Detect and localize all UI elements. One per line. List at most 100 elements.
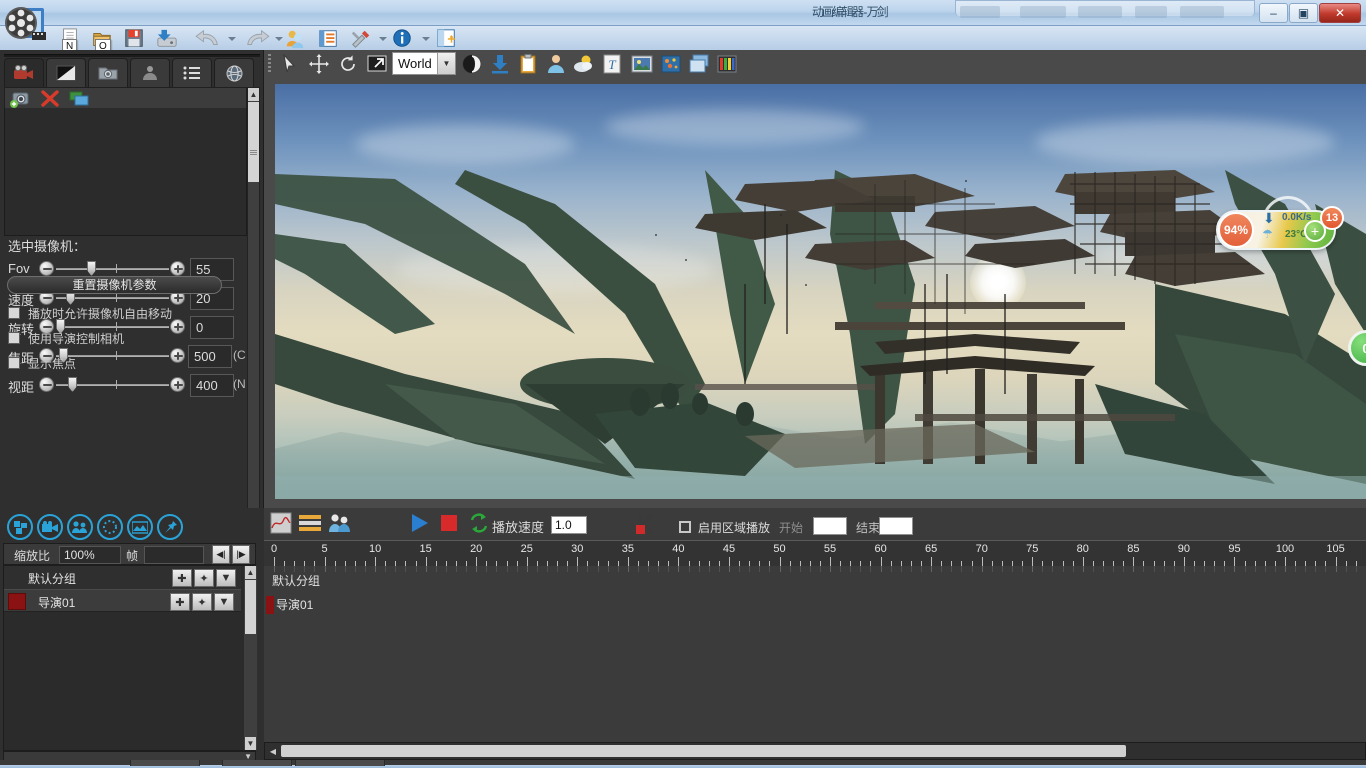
timeline-clip-block[interactable] [266, 596, 274, 614]
tab-list[interactable] [172, 58, 212, 87]
scroll-thumb[interactable] [281, 745, 1126, 757]
clipboard-tool-button[interactable] [517, 53, 541, 75]
scroll-thumb[interactable] [248, 102, 259, 182]
undo-button[interactable] [192, 28, 226, 50]
tab-world[interactable] [214, 58, 254, 87]
slider-track[interactable] [56, 268, 169, 270]
color-tool-button[interactable] [716, 53, 740, 75]
add-key-button[interactable]: ✦ [194, 569, 214, 587]
scale-tool-button[interactable] [366, 53, 390, 75]
go-first-frame-button[interactable]: ◀| [212, 545, 230, 564]
scroll-left-button[interactable]: ◀ [266, 744, 280, 758]
key-tool-button[interactable] [634, 512, 656, 536]
download-tool-button[interactable] [489, 53, 513, 75]
properties-button[interactable] [316, 28, 346, 50]
window-minimize-button[interactable]: – [1259, 3, 1288, 23]
track-menu-button[interactable]: ▼ [216, 569, 236, 587]
characters-button[interactable] [283, 28, 313, 50]
window-close-button[interactable]: ✕ [1319, 3, 1361, 23]
import-button[interactable] [155, 28, 185, 50]
timeline-ruler[interactable]: 0 5 10 15 20 25 30 35 40 45 50 55 60 65 70 75 80 85 90 95 10… [264, 540, 1366, 566]
window-maximize-button[interactable]: ▣ [1289, 3, 1318, 23]
taskbar-item[interactable] [295, 760, 385, 766]
text-tool-button[interactable]: T [601, 53, 625, 75]
taskbar-item[interactable] [222, 760, 292, 766]
slider-track[interactable] [56, 326, 169, 328]
loop-button[interactable] [468, 512, 490, 536]
image-tool-button[interactable] [630, 53, 654, 75]
decrease-button[interactable] [39, 377, 54, 392]
tab-character[interactable] [130, 58, 170, 87]
tab-scene[interactable] [88, 58, 128, 87]
rotate-tool-button[interactable] [337, 53, 361, 75]
info-dropdown-caret[interactable] [422, 37, 430, 41]
slider-value[interactable]: 400 [190, 374, 234, 397]
left-panel-scrollbar[interactable]: ▲ ▼ [247, 87, 260, 535]
slider-value[interactable]: 0 [190, 316, 234, 339]
app-menu-button[interactable] [2, 2, 54, 52]
tools-button[interactable] [349, 28, 379, 50]
tools-dropdown-caret[interactable] [379, 37, 387, 41]
increase-button[interactable] [170, 348, 185, 363]
start-value-input[interactable] [813, 517, 847, 535]
undo-dropdown-caret[interactable] [228, 37, 236, 41]
select-tool-button[interactable] [278, 53, 302, 75]
scroll-thumb[interactable] [245, 580, 256, 634]
weather-tool-button[interactable] [573, 53, 597, 75]
redo-dropdown-caret[interactable] [275, 37, 283, 41]
particle-tool-button[interactable] [660, 53, 684, 75]
taskbar-item[interactable] [130, 760, 200, 766]
track-row-group[interactable]: 默认分组 ✚ ✦ ▼ [4, 566, 241, 589]
reset-camera-button[interactable]: 重置摄像机参数 [7, 276, 222, 294]
track-color-swatch[interactable] [8, 593, 26, 610]
go-last-frame-button[interactable]: |▶ [232, 545, 250, 564]
tab-material[interactable] [46, 58, 86, 87]
track-list-scrollbar[interactable]: ▲ ▼ [244, 566, 257, 750]
checkbox-box[interactable] [8, 307, 20, 319]
redo-button[interactable] [239, 28, 273, 50]
end-value-input[interactable] [879, 517, 913, 535]
curve-editor-button[interactable] [270, 512, 292, 536]
checkbox-box[interactable] [8, 332, 20, 344]
slider-value[interactable]: 500 [188, 345, 232, 368]
coordinate-space-select[interactable]: World ▼ [392, 52, 456, 75]
add-track-button[interactable]: ✚ [172, 569, 192, 587]
track-menu-button[interactable]: ▼ [214, 593, 234, 611]
frame-value-input[interactable] [144, 546, 204, 564]
speed-value-input[interactable]: 1.0 [551, 516, 587, 534]
scroll-up-button[interactable]: ▲ [245, 566, 256, 579]
add-key-button[interactable]: ✦ [192, 593, 212, 611]
actor-editor-button[interactable] [328, 512, 352, 536]
sequence-editor-button[interactable] [298, 512, 322, 536]
actor-tool-button[interactable] [545, 53, 569, 75]
slider-handle[interactable] [68, 377, 77, 392]
play-button[interactable] [408, 512, 430, 536]
scene-track-button[interactable] [127, 514, 153, 540]
track-row-item[interactable]: 导演01 ✚ ✦ ▼ [4, 589, 241, 612]
actor-track-button[interactable] [67, 514, 93, 540]
layout-button[interactable] [434, 28, 464, 50]
tab-camera[interactable] [4, 58, 44, 87]
chevron-down-icon[interactable]: ▼ [437, 53, 455, 74]
camera-track-button[interactable] [37, 514, 63, 540]
notification-count-badge[interactable]: 13 [1320, 206, 1344, 230]
scroll-up-button[interactable]: ▲ [248, 88, 259, 101]
slider-handle[interactable] [87, 261, 96, 276]
increase-button[interactable] [170, 319, 185, 334]
viewport-3d-scene[interactable] [275, 84, 1366, 499]
decrease-button[interactable] [39, 261, 54, 276]
increase-button[interactable] [170, 261, 185, 276]
layers-tool-button[interactable] [7, 514, 33, 540]
timeline-tracks-area[interactable]: 默认分组 导演01 [264, 566, 1366, 742]
add-track-button[interactable]: ✚ [170, 593, 190, 611]
pin-tool-button[interactable] [157, 514, 183, 540]
region-playback-checkbox[interactable] [679, 521, 691, 533]
stop-button[interactable] [438, 512, 460, 536]
zoom-value-input[interactable]: 100% [59, 546, 121, 564]
screen-tool-button[interactable] [688, 53, 712, 75]
camera-list[interactable] [4, 108, 247, 236]
toolbar-grip[interactable] [268, 54, 271, 74]
info-button[interactable] [390, 28, 420, 50]
scroll-down-button[interactable]: ▼ [245, 737, 256, 750]
increase-button[interactable] [170, 377, 185, 392]
